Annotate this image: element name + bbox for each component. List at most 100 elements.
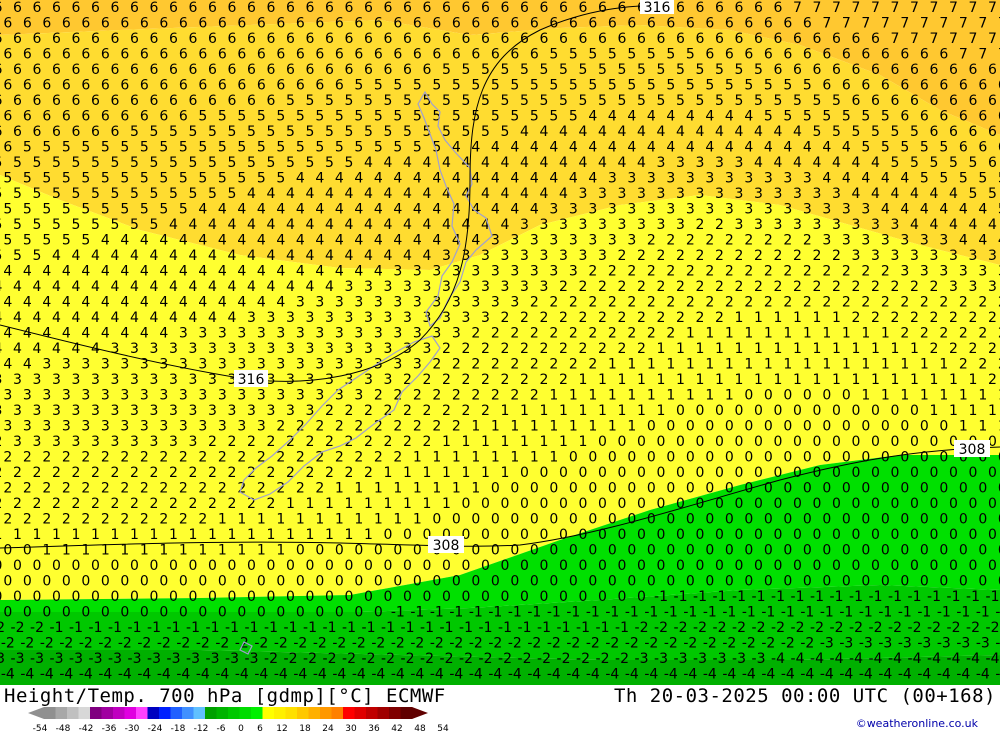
- temperature-value: 2: [686, 233, 695, 249]
- temperature-value: -4: [859, 667, 873, 683]
- temperature-value: 0: [978, 481, 987, 497]
- temperature-value: 2: [471, 388, 480, 404]
- temperature-value: 0: [930, 496, 939, 512]
- temperature-value: 0: [559, 496, 568, 512]
- temperature-value: 6: [364, 62, 373, 78]
- temperature-value: 4: [978, 233, 987, 249]
- credit-link[interactable]: ©weatheronline.co.uk: [856, 717, 978, 730]
- temperature-value: 6: [481, 0, 490, 16]
- temperature-value: 2: [91, 496, 100, 512]
- temperature-value: -2: [547, 636, 561, 652]
- temperature-value: 4: [169, 310, 178, 326]
- temperature-value: 3: [657, 155, 666, 171]
- temperature-value: -3: [89, 651, 103, 667]
- temperature-value: 4: [520, 124, 529, 140]
- temperature-value: 5: [150, 124, 159, 140]
- temperature-value: 2: [491, 357, 500, 373]
- temperature-value: 4: [666, 109, 675, 125]
- temperature-value: 4: [130, 248, 139, 264]
- temperature-value: 6: [3, 140, 12, 156]
- temperature-value: 6: [3, 47, 12, 63]
- temperature-value: 4: [267, 279, 276, 295]
- temperature-value: 1: [657, 403, 666, 419]
- temperature-value: 5: [530, 78, 539, 94]
- temperature-value: 0: [0, 558, 2, 574]
- temperature-value: 4: [540, 186, 549, 202]
- temperature-value: -1: [615, 620, 629, 636]
- temperature-value: 1: [725, 388, 734, 404]
- temperature-value: 1: [462, 465, 471, 481]
- temperature-value: 0: [676, 434, 685, 450]
- temperature-value: 0: [169, 558, 178, 574]
- temperature-value: -1: [566, 605, 580, 621]
- temperature-value: 6: [267, 0, 276, 16]
- temperature-value: 0: [861, 543, 870, 559]
- temperature-value: 4: [198, 233, 207, 249]
- temperature-value: 6: [3, 78, 12, 94]
- temperature-value: 5: [598, 93, 607, 109]
- temperature-value: 4: [949, 217, 958, 233]
- temperature-value: 0: [735, 465, 744, 481]
- temperature-value: 4: [189, 310, 198, 326]
- temperature-value: 0: [627, 543, 636, 559]
- temperature-value: 3: [325, 341, 334, 357]
- temperature-value: 5: [237, 171, 246, 187]
- temperature-value: 1: [774, 310, 783, 326]
- temperature-value: 2: [744, 264, 753, 280]
- temperature-value: 1: [276, 543, 285, 559]
- temperature-value: 1: [676, 372, 685, 388]
- temperature-value: 4: [384, 217, 393, 233]
- temperature-value: 1: [978, 419, 987, 435]
- temperature-value: 0: [900, 481, 909, 497]
- legend-arrow-right: [412, 707, 428, 719]
- temperature-value: 3: [403, 310, 412, 326]
- temperature-value: -2: [713, 620, 727, 636]
- temperature-value: 1: [52, 527, 61, 543]
- temperature-value: 5: [881, 140, 890, 156]
- temperature-value: 5: [3, 233, 12, 249]
- temperature-value: 0: [286, 589, 295, 605]
- temperature-value: 4: [120, 295, 129, 311]
- temperature-value: 4: [354, 233, 363, 249]
- temperature-value: 6: [33, 62, 42, 78]
- temperature-value: 4: [754, 124, 763, 140]
- temperature-value: 5: [81, 233, 90, 249]
- temperature-value: 3: [598, 186, 607, 202]
- temperature-value: 2: [715, 217, 724, 233]
- temperature-value: 2: [23, 450, 32, 466]
- temperature-value: 6: [988, 62, 997, 78]
- temperature-value: 5: [588, 78, 597, 94]
- temperature-value: 6: [286, 62, 295, 78]
- temperature-value: 1: [715, 341, 724, 357]
- temperature-value: 3: [423, 310, 432, 326]
- temperature-value: 6: [939, 109, 948, 125]
- temperature-value: -2: [1, 636, 15, 652]
- temperature-value: 5: [637, 93, 646, 109]
- temperature-value: 4: [237, 233, 246, 249]
- temperature-value: 3: [988, 279, 997, 295]
- temperature-value: 6: [150, 62, 159, 78]
- temperature-value: 4: [540, 124, 549, 140]
- temperature-value: 5: [822, 109, 831, 125]
- temperature-value: 0: [959, 481, 968, 497]
- temperature-value: 3: [33, 372, 42, 388]
- temperature-value: 7: [959, 47, 968, 63]
- temperature-value: 4: [0, 341, 3, 357]
- temperature-value: 6: [452, 16, 461, 32]
- temperature-value: 3: [169, 372, 178, 388]
- temperature-value: 5: [315, 140, 324, 156]
- temperature-value: 4: [91, 248, 100, 264]
- temperature-value: 5: [891, 155, 900, 171]
- temperature-value: -2: [420, 651, 434, 667]
- temperature-value: 0: [871, 465, 880, 481]
- temperature-value: 6: [335, 16, 344, 32]
- temperature-value: 7: [910, 31, 919, 47]
- temperature-value: -1: [654, 589, 668, 605]
- temperature-value: 2: [325, 465, 334, 481]
- temperature-value: 2: [462, 341, 471, 357]
- temperature-value: 0: [520, 465, 529, 481]
- temperature-value: 4: [832, 155, 841, 171]
- temperature-value: 0: [579, 589, 588, 605]
- temperature-value: 7: [813, 0, 822, 16]
- temperature-value: 5: [3, 171, 12, 187]
